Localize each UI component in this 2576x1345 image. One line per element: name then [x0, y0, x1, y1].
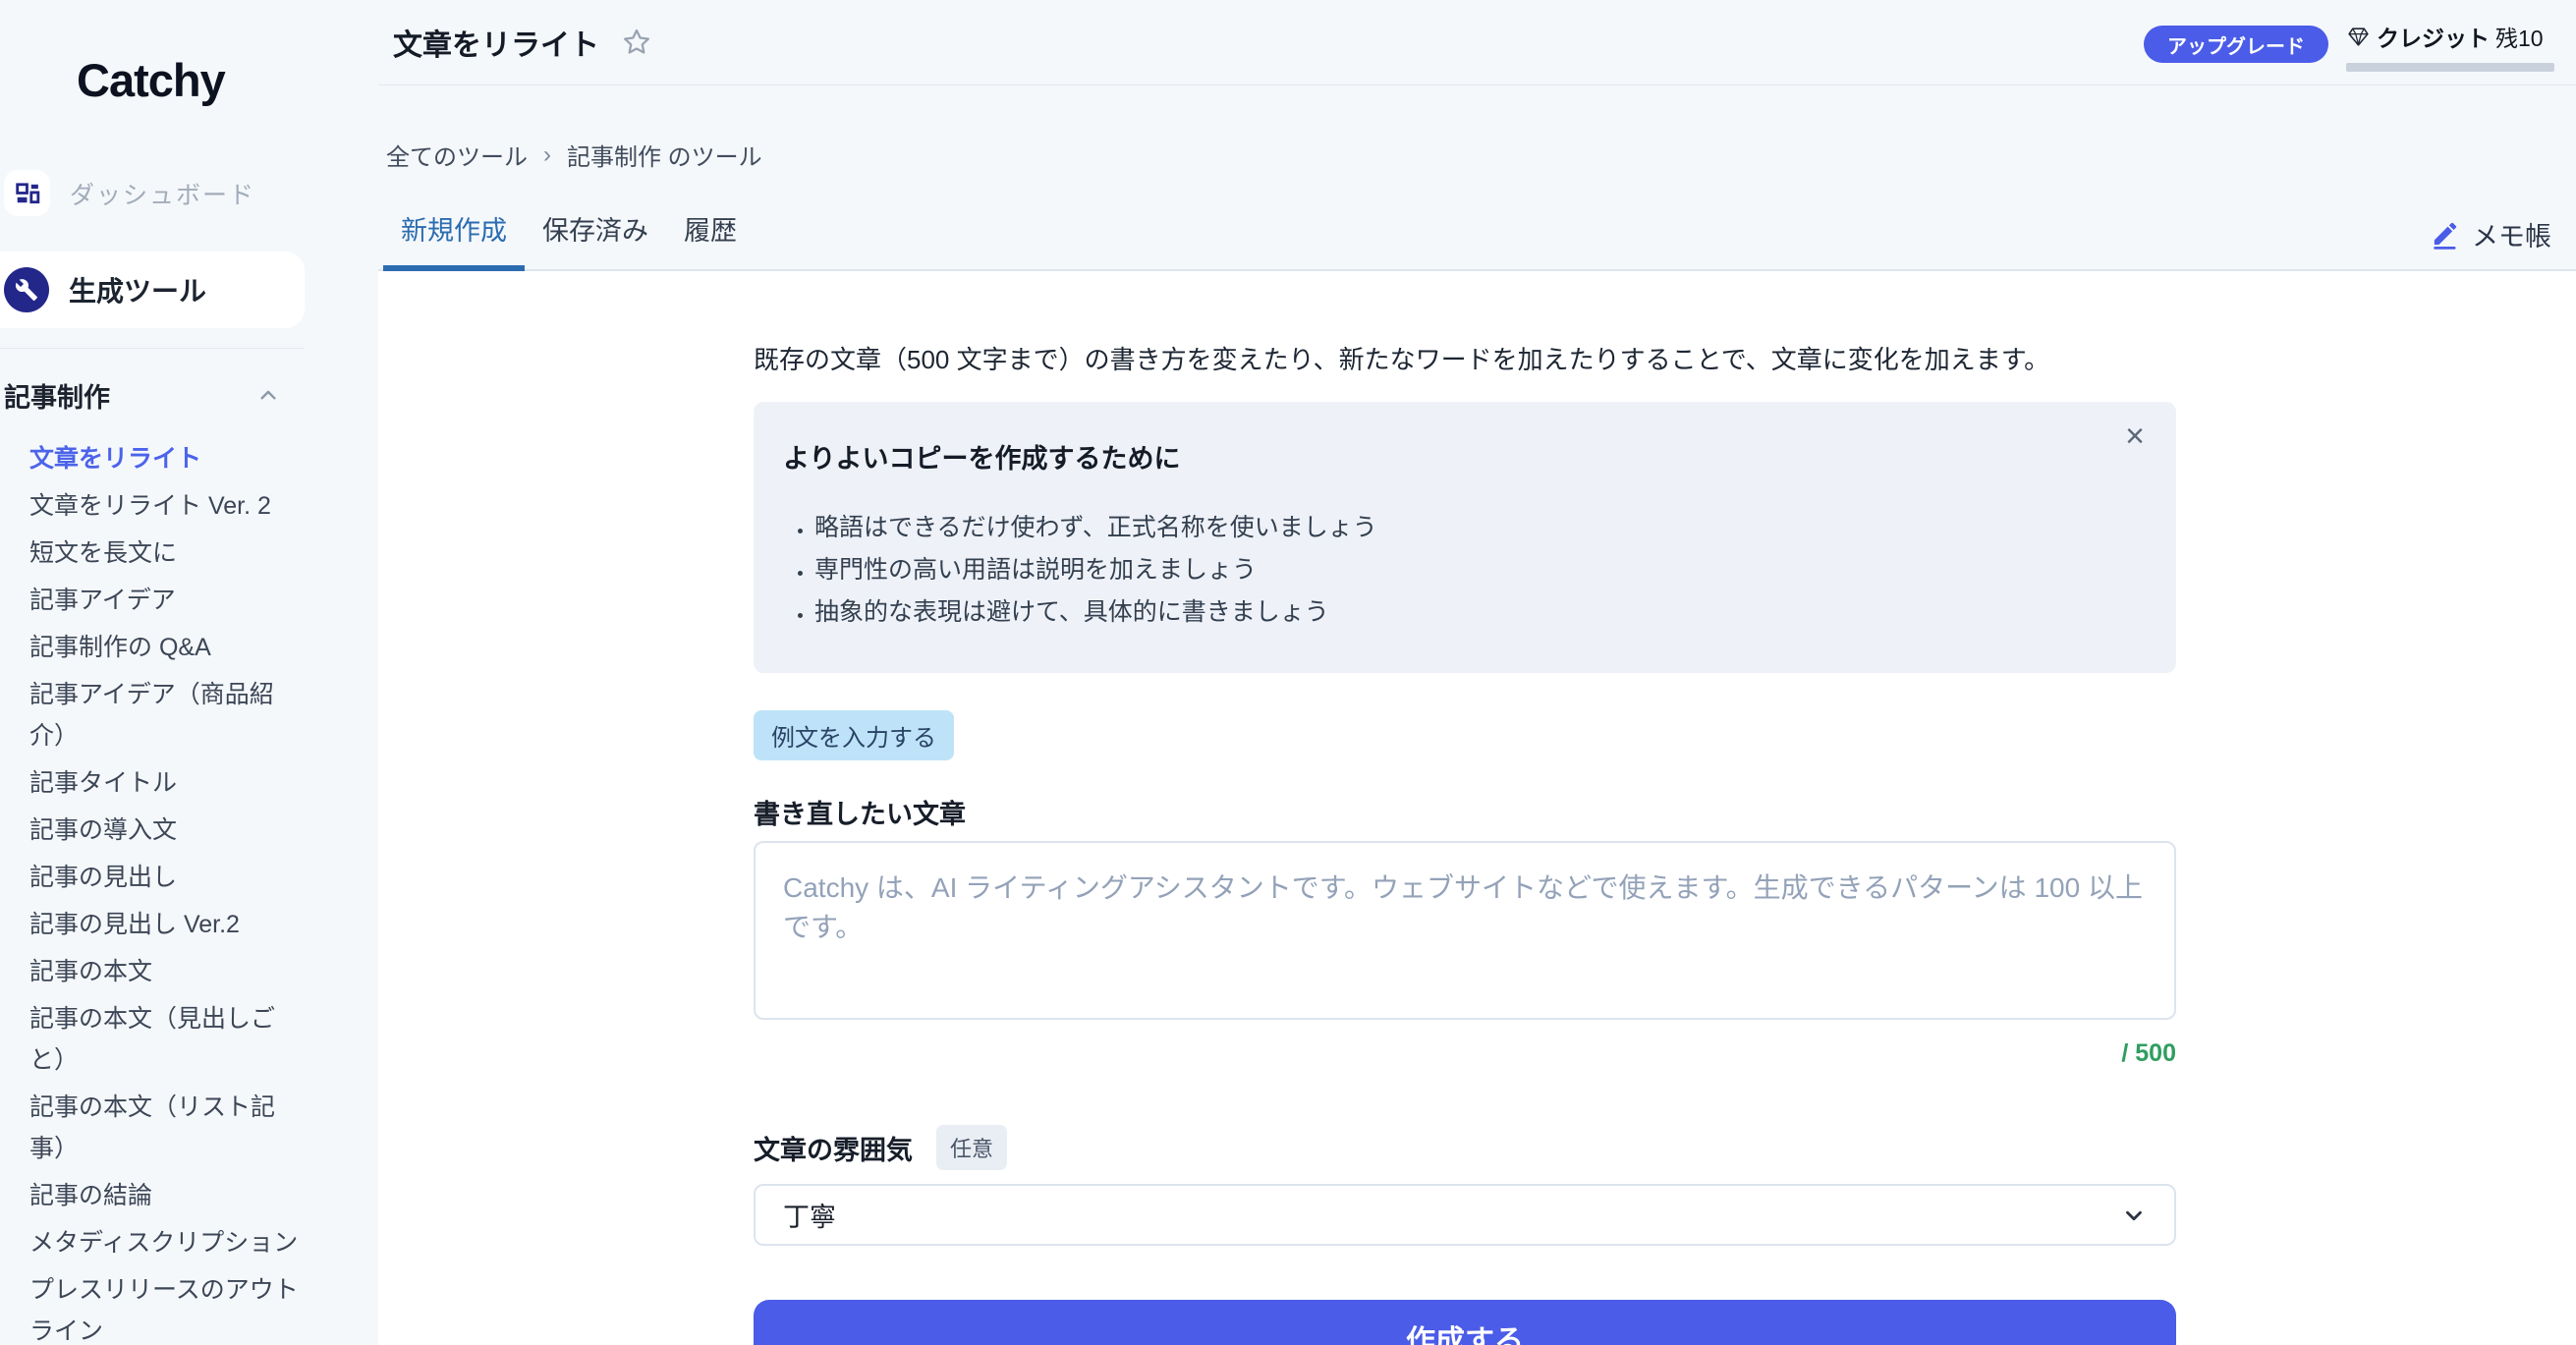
credit-remaining: 残10	[2495, 20, 2544, 53]
sidebar-tool-item[interactable]: 記事の本文（リスト記事）	[29, 1087, 309, 1169]
sidebar-tool-item[interactable]: 記事制作の Q&A	[29, 627, 309, 668]
tips-box: よりよいコピーを作成するために × 略語はできるだけ使わず、正式名称を使いましょ…	[754, 402, 2176, 673]
gem-icon	[2346, 25, 2371, 49]
sidebar-dashboard-label: ダッシュボード	[70, 176, 255, 211]
tone-select[interactable]: 丁寧	[754, 1184, 2176, 1246]
tone-label: 文章の雰囲気	[754, 1129, 913, 1167]
credit-line: クレジット 残10	[2346, 20, 2554, 53]
rewrite-text-input[interactable]	[754, 841, 2176, 1020]
sidebar-tool-item[interactable]: 記事の本文	[29, 951, 309, 992]
sidebar-tool-item[interactable]: メタディスクリプション	[29, 1222, 309, 1263]
sidebar-item-dashboard[interactable]: ダッシュボード	[0, 170, 378, 216]
sidebar-tool-item[interactable]: 記事アイデア（商品紹介）	[29, 674, 309, 757]
main-area: 文章をリライト アップグレード	[378, 0, 2576, 1345]
close-icon[interactable]: ×	[2125, 420, 2145, 453]
favorite-star-icon[interactable]	[621, 27, 652, 58]
breadcrumb-separator: ›	[543, 141, 551, 169]
sidebar-tool-item[interactable]: 記事の導入文	[29, 810, 309, 851]
sidebar-tool-item[interactable]: 記事アイデア	[29, 580, 309, 621]
credit-progress-bar	[2346, 63, 2554, 72]
pencil-icon	[2431, 219, 2460, 250]
app-root: Catchy ダッシュボード 生成ツール 記事制作	[0, 0, 2576, 1345]
example-input-chip[interactable]: 例文を入力する	[754, 710, 954, 760]
tips-bullet: 抽象的な表現は避けて、具体的に書きましょう	[814, 591, 2137, 634]
tips-title: よりよいコピーを作成するために	[783, 437, 2137, 476]
optional-badge: 任意	[936, 1125, 1007, 1170]
breadcrumb-all-tools[interactable]: 全てのツール	[386, 138, 528, 172]
sidebar-tool-list: 文章をリライト文章をリライト Ver. 2 短文を長文に記事アイデア記事制作の Q…	[0, 438, 309, 1345]
chevron-down-icon	[2121, 1203, 2147, 1228]
create-button[interactable]: 作成する	[754, 1300, 2176, 1345]
page-title: 文章をリライト	[393, 21, 599, 64]
sidebar-tool-item[interactable]: 文章をリライト Ver. 2	[29, 485, 309, 527]
sidebar-tool-item[interactable]: 記事の本文（見出しごと）	[29, 998, 309, 1081]
top-right-cluster: アップグレード クレジット 残10	[2144, 20, 2554, 72]
tone-select-value: 丁寧	[783, 1196, 836, 1234]
credit-status: クレジット 残10	[2346, 20, 2554, 72]
credit-label: クレジット	[2377, 20, 2490, 53]
char-counter: / 500	[754, 1039, 2176, 1068]
tool-description: 既存の文章（500 文字まで）の書き方を変えたり、新たなワードを加えたりすること…	[754, 342, 2176, 377]
form-container: 既存の文章（500 文字まで）の書き方を変えたり、新たなワードを加えたりすること…	[754, 271, 2176, 1345]
sidebar-tool-item[interactable]: 文章をリライト	[29, 438, 309, 479]
sidebar-divider	[0, 348, 305, 349]
sidebar-tool-item[interactable]: 短文を長文に	[29, 532, 309, 574]
sidebar-section-article-creation[interactable]: 記事制作	[0, 376, 305, 415]
rewrite-input-label: 書き直したい文章	[754, 793, 2176, 831]
memo-pad-label: メモ帳	[2472, 215, 2551, 253]
sidebar-tool-item[interactable]: 記事の結論	[29, 1175, 309, 1216]
tab[interactable]: 保存済み	[525, 205, 666, 271]
tab-bar: 新規作成保存済み履歴 メモ帳	[378, 205, 2576, 271]
page-header: 文章をリライト アップグレード	[378, 0, 2576, 271]
tone-label-row: 文章の雰囲気 任意	[754, 1125, 2176, 1170]
sidebar-tools-label: 生成ツール	[69, 270, 206, 309]
memo-pad-button[interactable]: メモ帳	[2431, 215, 2551, 269]
tab[interactable]: 履歴	[666, 205, 755, 271]
sidebar-tool-item[interactable]: プレスリリースのアウトライン	[29, 1269, 309, 1345]
tab[interactable]: 新規作成	[383, 205, 525, 271]
tips-bullet: 略語はできるだけ使わず、正式名称を使いましょう	[814, 507, 2137, 549]
wrench-icon	[4, 267, 49, 312]
sidebar-tool-item[interactable]: 記事の見出し	[29, 857, 309, 898]
content-panel: 既存の文章（500 文字まで）の書き方を変えたり、新たなワードを加えたりすること…	[378, 271, 2576, 1345]
sidebar-tool-item[interactable]: 記事の見出し Ver.2	[29, 904, 309, 945]
dashboard-icon	[4, 170, 50, 216]
chevron-up-icon[interactable]	[257, 385, 279, 407]
breadcrumb: 全てのツール › 記事制作 のツール	[378, 138, 2576, 172]
breadcrumb-category[interactable]: 記事制作 のツール	[567, 138, 762, 172]
sidebar: Catchy ダッシュボード 生成ツール 記事制作	[0, 0, 378, 1345]
upgrade-button[interactable]: アップグレード	[2144, 26, 2328, 63]
tips-list: 略語はできるだけ使わず、正式名称を使いましょう専門性の高い用語は説明を加えましょ…	[783, 507, 2137, 634]
app-logo[interactable]: Catchy	[0, 0, 378, 107]
sidebar-item-generation-tools[interactable]: 生成ツール	[0, 252, 305, 328]
sidebar-tool-item[interactable]: 記事タイトル	[29, 762, 309, 804]
tips-bullet: 専門性の高い用語は説明を加えましょう	[814, 549, 2137, 591]
sidebar-section-label: 記事制作	[4, 376, 110, 415]
